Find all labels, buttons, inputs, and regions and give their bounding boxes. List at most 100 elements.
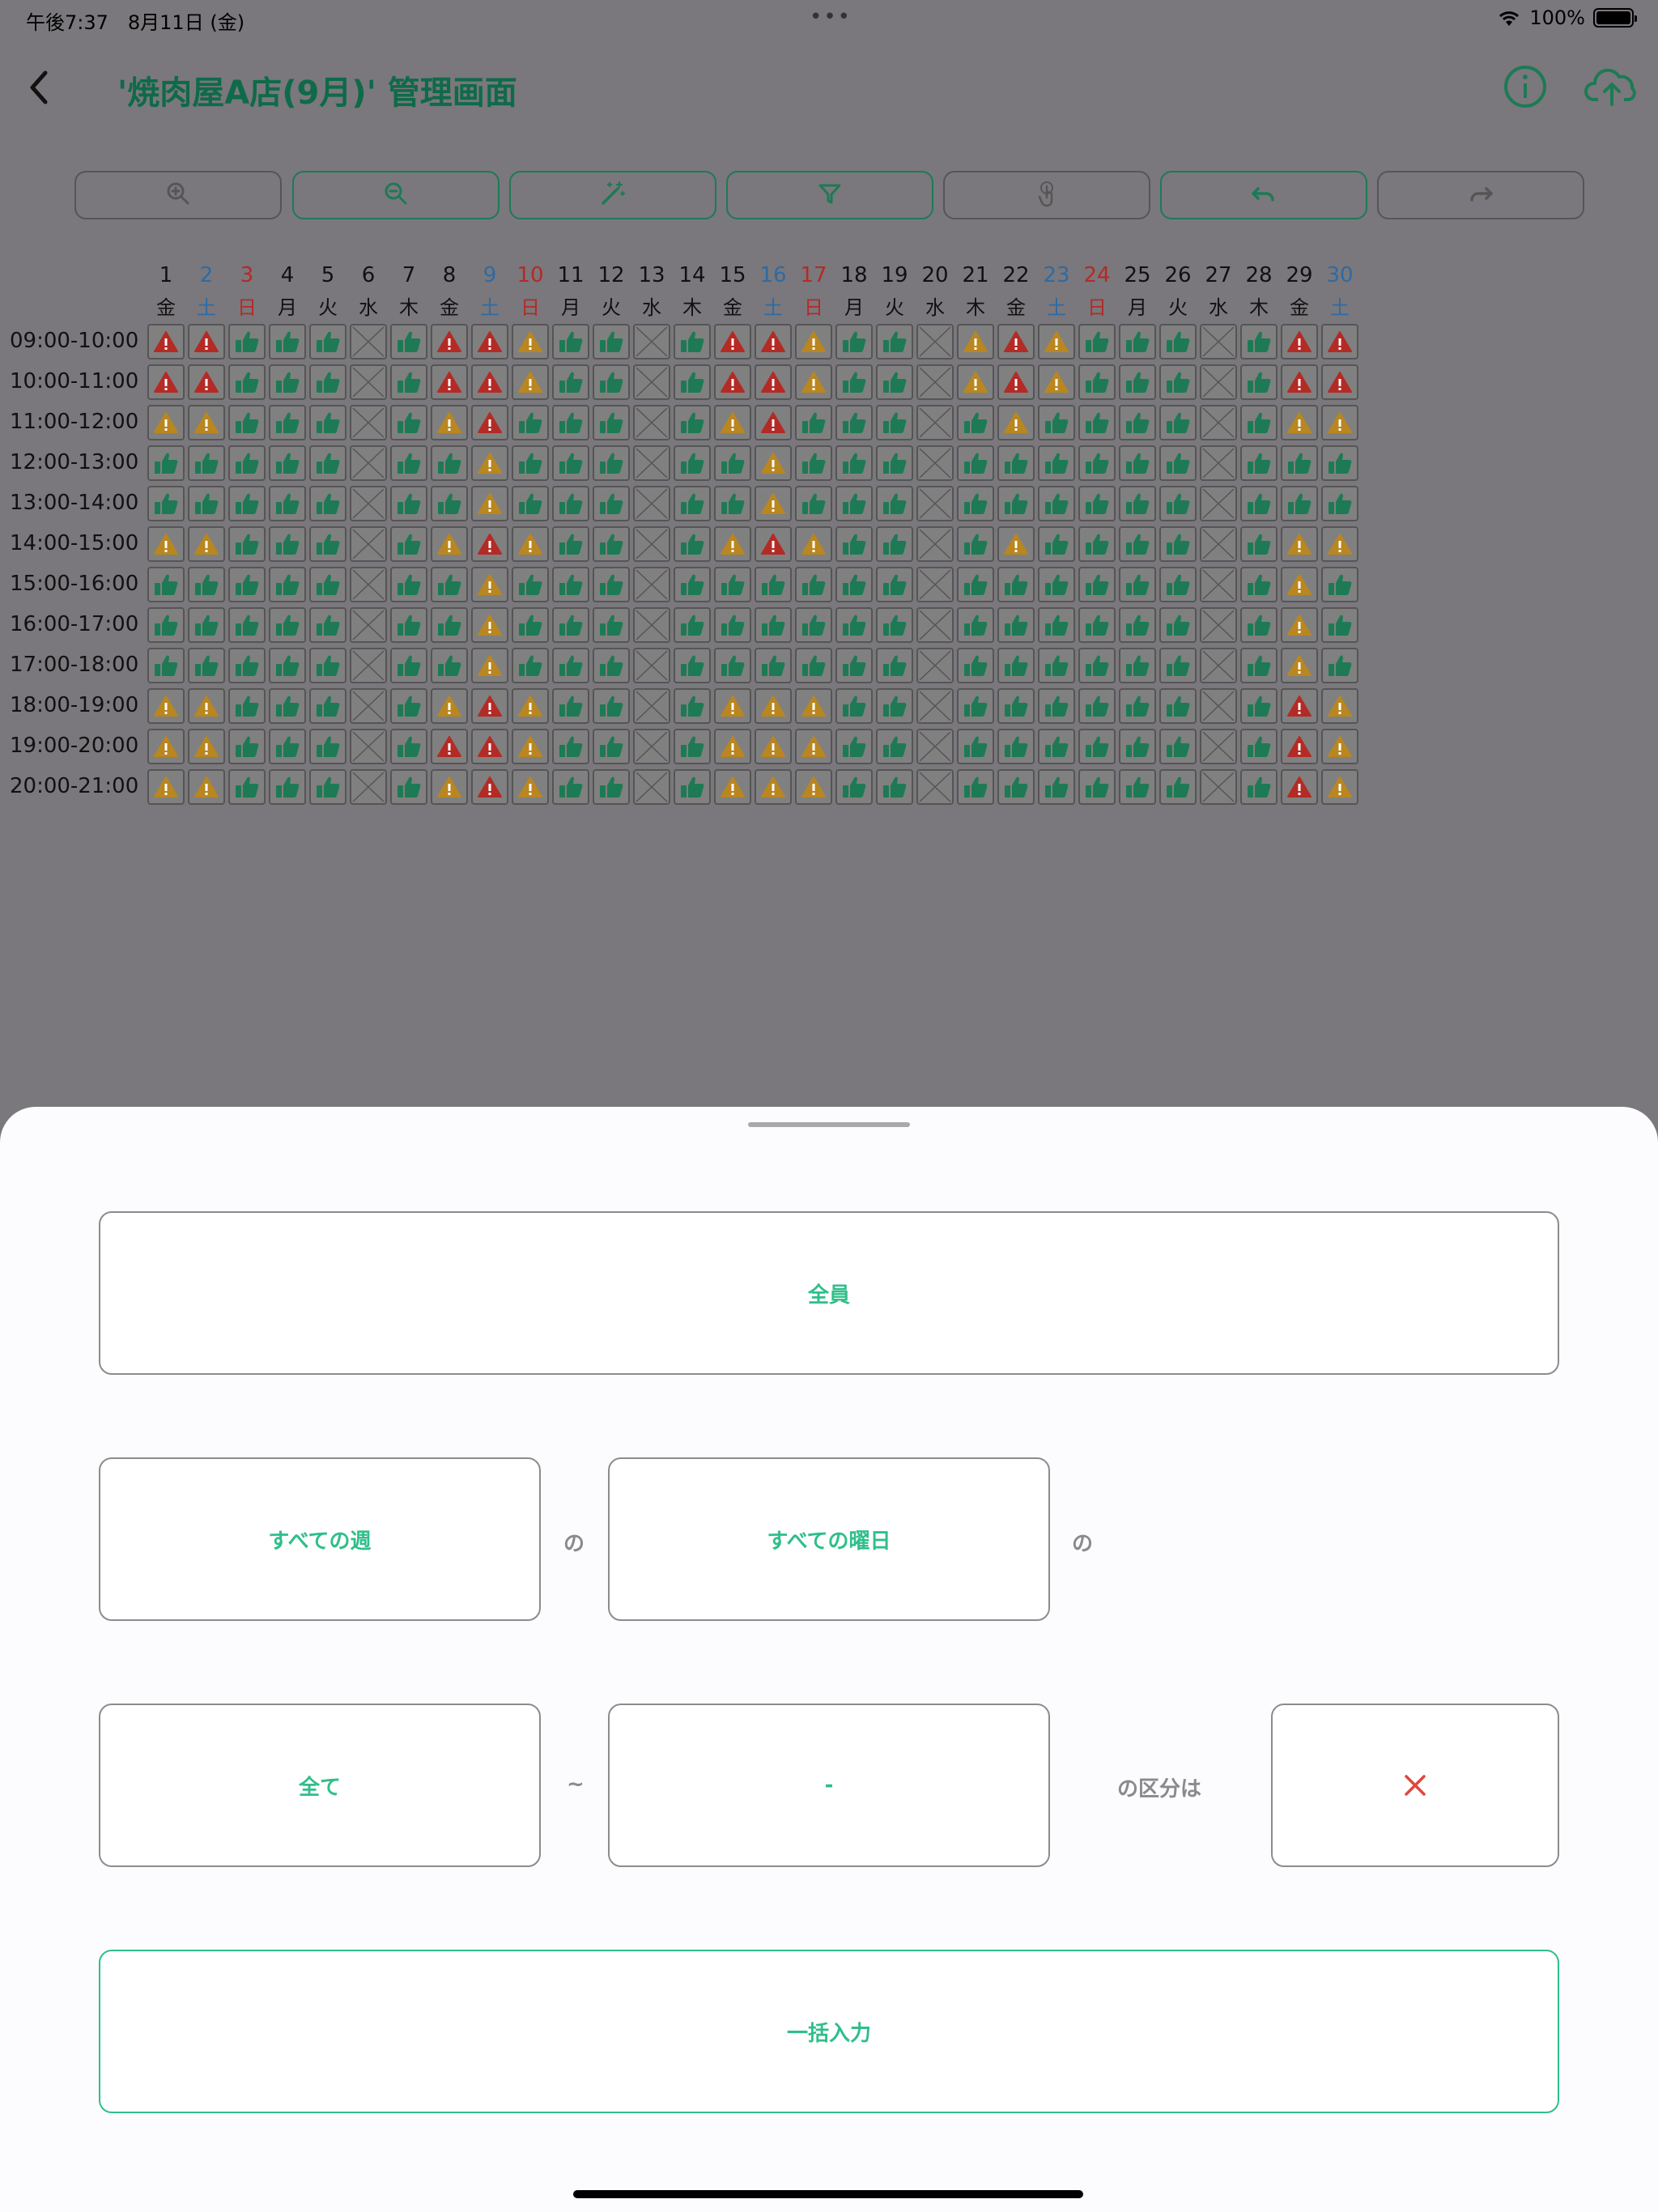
schedule-cell[interactable]	[350, 729, 387, 764]
schedule-cell[interactable]	[1240, 729, 1278, 764]
schedule-cell[interactable]	[835, 769, 873, 805]
schedule-cell[interactable]	[390, 445, 427, 481]
schedule-cell[interactable]	[1119, 729, 1156, 764]
schedule-cell[interactable]	[1281, 607, 1318, 643]
schedule-cell[interactable]	[633, 324, 670, 359]
schedule-cell[interactable]	[916, 445, 954, 481]
schedule-cell[interactable]	[1321, 364, 1358, 400]
schedule-cell[interactable]	[269, 688, 306, 724]
schedule-cell[interactable]	[755, 729, 792, 764]
schedule-cell[interactable]	[1240, 486, 1278, 521]
schedule-cell[interactable]	[1078, 405, 1116, 440]
schedule-cell[interactable]	[512, 729, 549, 764]
schedule-cell[interactable]	[471, 364, 508, 400]
schedule-cell[interactable]	[431, 324, 468, 359]
schedule-cell[interactable]	[269, 607, 306, 643]
schedule-cell[interactable]	[1119, 688, 1156, 724]
schedule-cell[interactable]	[1159, 729, 1197, 764]
schedule-cell[interactable]	[633, 688, 670, 724]
schedule-cell[interactable]	[350, 364, 387, 400]
schedule-cell[interactable]	[633, 769, 670, 805]
schedule-cell[interactable]	[1119, 405, 1156, 440]
schedule-cell[interactable]	[1078, 769, 1116, 805]
schedule-cell[interactable]	[714, 364, 751, 400]
schedule-cell[interactable]	[431, 729, 468, 764]
schedule-cell[interactable]	[633, 567, 670, 602]
schedule-cell[interactable]	[350, 607, 387, 643]
schedule-cell[interactable]	[1119, 567, 1156, 602]
schedule-cell[interactable]	[350, 324, 387, 359]
schedule-cell[interactable]	[147, 526, 185, 562]
schedule-cell[interactable]	[350, 688, 387, 724]
schedule-cell[interactable]	[593, 688, 630, 724]
schedule-cell[interactable]	[835, 405, 873, 440]
schedule-cell[interactable]	[350, 445, 387, 481]
schedule-cell[interactable]	[1078, 648, 1116, 683]
schedule-cell[interactable]	[1200, 607, 1237, 643]
schedule-cell[interactable]	[1321, 567, 1358, 602]
schedule-cell[interactable]	[188, 445, 225, 481]
schedule-cell[interactable]	[228, 688, 266, 724]
schedule-cell[interactable]	[471, 769, 508, 805]
schedule-cell[interactable]	[269, 526, 306, 562]
schedule-cell[interactable]	[1281, 567, 1318, 602]
schedule-cell[interactable]	[1200, 729, 1237, 764]
schedule-cell[interactable]	[228, 567, 266, 602]
schedule-cell[interactable]	[390, 567, 427, 602]
schedule-cell[interactable]	[269, 648, 306, 683]
schedule-cell[interactable]	[755, 324, 792, 359]
schedule-cell[interactable]	[390, 729, 427, 764]
schedule-cell[interactable]	[552, 445, 589, 481]
schedule-cell[interactable]	[1159, 364, 1197, 400]
schedule-cell[interactable]	[1321, 526, 1358, 562]
schedule-cell[interactable]	[1281, 364, 1318, 400]
schedule-cell[interactable]	[228, 607, 266, 643]
schedule-cell[interactable]	[916, 364, 954, 400]
schedule-cell[interactable]	[147, 688, 185, 724]
schedule-cell[interactable]	[147, 486, 185, 521]
schedule-cell[interactable]	[1321, 486, 1358, 521]
schedule-cell[interactable]	[795, 445, 832, 481]
schedule-cell[interactable]	[876, 486, 913, 521]
schedule-cell[interactable]	[593, 769, 630, 805]
schedule-cell[interactable]	[997, 526, 1035, 562]
schedule-cell[interactable]	[147, 648, 185, 683]
schedule-cell[interactable]	[552, 526, 589, 562]
schedule-cell[interactable]	[795, 405, 832, 440]
schedule-cell[interactable]	[1200, 526, 1237, 562]
schedule-cell[interactable]	[188, 526, 225, 562]
schedule-cell[interactable]	[269, 729, 306, 764]
schedule-cell[interactable]	[755, 567, 792, 602]
schedule-cell[interactable]	[390, 607, 427, 643]
schedule-cell[interactable]	[755, 486, 792, 521]
schedule-cell[interactable]	[593, 729, 630, 764]
schedule-cell[interactable]	[1281, 445, 1318, 481]
schedule-cell[interactable]	[714, 405, 751, 440]
schedule-cell[interactable]	[350, 567, 387, 602]
schedule-cell[interactable]	[714, 769, 751, 805]
schedule-cell[interactable]	[552, 567, 589, 602]
schedule-cell[interactable]	[228, 526, 266, 562]
schedule-cell[interactable]	[957, 688, 994, 724]
schedule-cell[interactable]	[633, 607, 670, 643]
schedule-cell[interactable]	[390, 688, 427, 724]
schedule-cell[interactable]	[1078, 364, 1116, 400]
schedule-cell[interactable]	[471, 445, 508, 481]
schedule-cell[interactable]	[390, 364, 427, 400]
schedule-cell[interactable]	[512, 526, 549, 562]
schedule-cell[interactable]	[1321, 769, 1358, 805]
schedule-cell[interactable]	[835, 729, 873, 764]
schedule-cell[interactable]	[350, 405, 387, 440]
schedule-cell[interactable]	[1281, 688, 1318, 724]
schedule-cell[interactable]	[714, 486, 751, 521]
schedule-cell[interactable]	[916, 688, 954, 724]
schedule-cell[interactable]	[835, 324, 873, 359]
schedule-cell[interactable]	[1159, 445, 1197, 481]
schedule-cell[interactable]	[957, 526, 994, 562]
schedule-cell[interactable]	[309, 769, 346, 805]
schedule-cell[interactable]	[1240, 324, 1278, 359]
schedule-cell[interactable]	[350, 526, 387, 562]
schedule-cell[interactable]	[795, 769, 832, 805]
schedule-cell[interactable]	[1038, 364, 1075, 400]
schedule-cell[interactable]	[1159, 648, 1197, 683]
